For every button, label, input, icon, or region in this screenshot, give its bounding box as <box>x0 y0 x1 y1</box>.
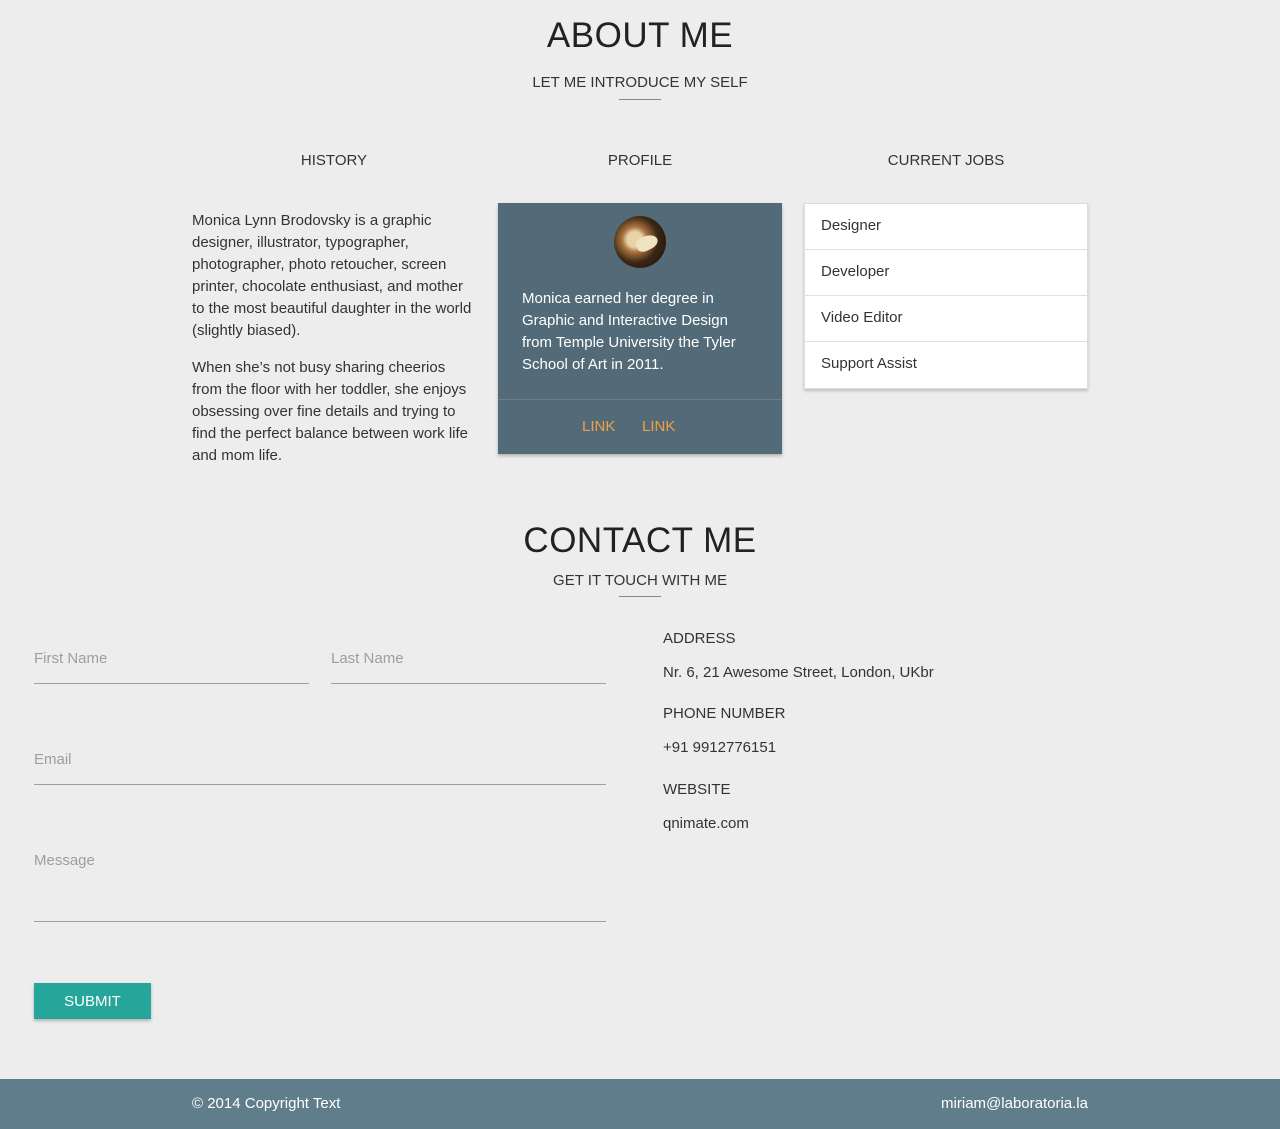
avatar <box>614 216 666 268</box>
profile-card: Monica earned her degree in Graphic and … <box>498 203 782 454</box>
job-item-support-assist[interactable]: Support Assist <box>805 342 1087 388</box>
history-text: Monica Lynn Brodovsky is a graphic desig… <box>192 210 478 482</box>
message-textarea[interactable] <box>34 852 606 886</box>
contact-subtitle: GET IT TOUCH WITH ME <box>553 572 727 589</box>
job-item-developer[interactable]: Developer <box>805 250 1087 296</box>
contact-title: CONTACT ME <box>523 521 757 560</box>
history-paragraph: Monica Lynn Brodovsky is a graphic desig… <box>192 212 472 339</box>
about-divider <box>619 99 661 100</box>
card-divider <box>498 399 782 400</box>
history-paragraph: When she’s not busy sharing cheerios fro… <box>192 359 468 464</box>
submit-button[interactable]: SUBMIT <box>34 983 151 1019</box>
profile-heading: PROFILE <box>607 152 673 169</box>
footer: © 2014 Copyright Text miriam@laboratoria… <box>0 1079 1280 1129</box>
page: ABOUT ME LET ME INTRODUCE MY SELF HISTOR… <box>0 0 1280 1129</box>
about-title: ABOUT ME <box>546 16 734 55</box>
last-name-input[interactable] <box>331 650 606 667</box>
footer-copyright: © 2014 Copyright Text <box>192 1095 341 1112</box>
phone-label: PHONE NUMBER <box>663 705 786 722</box>
website-label: WEBSITE <box>663 781 731 798</box>
first-name-field <box>34 650 309 684</box>
website-value[interactable]: qnimate.com <box>663 815 749 832</box>
message-field <box>34 852 606 922</box>
email-input[interactable] <box>34 751 606 768</box>
profile-description: Monica earned her degree in Graphic and … <box>522 290 736 373</box>
history-heading: HISTORY <box>300 152 368 169</box>
job-item-video-editor[interactable]: Video Editor <box>805 296 1087 342</box>
first-name-input[interactable] <box>34 650 309 667</box>
phone-value: +91 9912776151 <box>663 739 777 756</box>
last-name-field <box>331 650 606 684</box>
profile-link-2[interactable]: LINK <box>642 418 675 435</box>
about-subtitle: LET ME INTRODUCE MY SELF <box>532 74 748 91</box>
footer-email[interactable]: miriam@laboratoria.la <box>941 1095 1088 1112</box>
profile-link-1[interactable]: LINK <box>582 418 615 435</box>
job-item-designer[interactable]: Designer <box>805 204 1087 250</box>
address-label: ADDRESS <box>663 630 736 647</box>
address-value: Nr. 6, 21 Awesome Street, London, UKbr <box>663 664 934 681</box>
contact-divider <box>619 596 661 597</box>
email-field <box>34 751 606 785</box>
current-jobs-list: Designer Developer Video Editor Support … <box>804 203 1088 389</box>
current-jobs-heading: CURRENT JOBS <box>887 152 1005 169</box>
